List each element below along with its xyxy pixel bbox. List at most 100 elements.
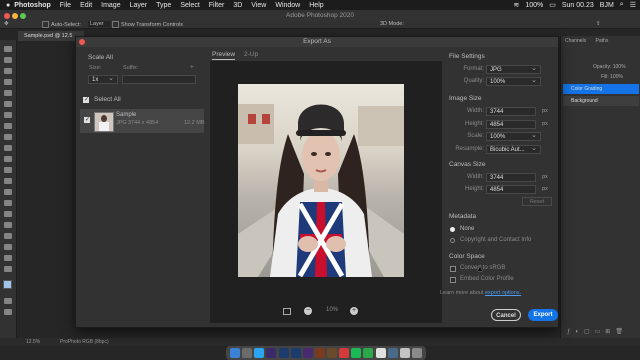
share-icon[interactable]: ⇪ xyxy=(596,21,601,27)
menu-window[interactable]: Window xyxy=(275,2,300,9)
dialog-close-button[interactable] xyxy=(79,39,85,45)
notes-icon[interactable] xyxy=(375,348,386,358)
asset-row[interactable]: Sample JPG 3744 x 4854 12.2 MB xyxy=(80,109,204,133)
lightroom-icon[interactable] xyxy=(290,348,301,358)
export-button[interactable]: Export xyxy=(528,309,558,321)
embed-profile-checkbox[interactable] xyxy=(450,277,456,283)
fill-control[interactable]: Fill: 100% xyxy=(601,74,623,80)
safari-icon[interactable] xyxy=(254,348,265,358)
zoom-tool-icon[interactable] xyxy=(4,266,12,272)
pen-tool-icon[interactable] xyxy=(4,211,12,217)
scale-percent-select[interactable]: 100% xyxy=(486,132,541,141)
zoom-out-icon[interactable]: − xyxy=(304,307,312,315)
menu-file[interactable]: File xyxy=(60,2,71,9)
trash-icon[interactable] xyxy=(411,348,422,358)
after-effects-icon[interactable] xyxy=(302,348,313,358)
menu-help[interactable]: Help xyxy=(309,2,323,9)
embed-profile-label[interactable]: Embed Color Profile xyxy=(460,276,514,282)
tab-preview[interactable]: Preview xyxy=(212,51,236,60)
frame-tool-icon[interactable] xyxy=(4,101,12,107)
add-scale-button[interactable]: + xyxy=(190,64,194,71)
tab-2-up[interactable]: 2-Up xyxy=(244,51,258,58)
settings-icon[interactable] xyxy=(387,348,398,358)
auto-select-checkbox[interactable]: Auto-Select: xyxy=(42,21,81,28)
canvas-height-input[interactable]: 4854 xyxy=(486,185,536,194)
path-select-tool-icon[interactable] xyxy=(4,233,12,239)
photoshop-icon[interactable] xyxy=(278,348,289,358)
metadata-copyright-radio[interactable] xyxy=(450,238,455,243)
metadata-none-label[interactable]: None xyxy=(460,226,474,232)
menu-layer[interactable]: Layer xyxy=(130,2,148,9)
type-tool-icon[interactable] xyxy=(4,222,12,228)
screen-mode-icon[interactable] xyxy=(4,309,12,315)
metadata-none-radio[interactable] xyxy=(450,227,455,232)
layer-actions[interactable]: ƒ◐▢▭⊞🗑 xyxy=(567,328,637,335)
launchpad-icon[interactable] xyxy=(242,348,253,358)
menu-edit[interactable]: Edit xyxy=(80,2,92,9)
spotify-icon[interactable] xyxy=(351,348,362,358)
menu-list-icon[interactable]: ☰ xyxy=(630,1,636,9)
battery-percent[interactable]: 100% xyxy=(525,2,543,9)
reset-button[interactable]: Reset xyxy=(522,197,552,206)
crop-tool-icon[interactable] xyxy=(4,90,12,96)
resample-select[interactable]: Bicubic Aut... xyxy=(486,145,541,154)
zoom-in-icon[interactable]: + xyxy=(350,307,358,315)
clock[interactable]: Sun 00.23 xyxy=(562,2,594,9)
foreground-color-swatch[interactable] xyxy=(3,280,12,289)
select-all-checkbox[interactable] xyxy=(83,96,89,103)
eyedropper-tool-icon[interactable] xyxy=(4,112,12,118)
layer-color-grading[interactable]: Color Grading xyxy=(563,84,639,94)
wifi-icon[interactable]: ≋ xyxy=(513,1,519,9)
gradient-tool-icon[interactable] xyxy=(4,178,12,184)
image-width-input[interactable]: 3744 xyxy=(486,107,536,116)
blur-tool-icon[interactable] xyxy=(4,189,12,195)
user-name[interactable]: BJM xyxy=(600,2,614,9)
fit-to-screen-icon[interactable] xyxy=(283,308,291,315)
stamp-tool-icon[interactable] xyxy=(4,145,12,151)
image-height-input[interactable]: 4854 xyxy=(486,120,536,129)
auto-select-dropdown[interactable]: Layer xyxy=(88,21,110,27)
quick-select-tool-icon[interactable] xyxy=(4,79,12,85)
dodge-tool-icon[interactable] xyxy=(4,200,12,206)
premiere-icon[interactable] xyxy=(266,348,277,358)
move-tool-icon[interactable]: ✥ xyxy=(4,21,9,27)
menu-filter[interactable]: Filter xyxy=(209,2,225,9)
shape-tool-icon[interactable] xyxy=(4,244,12,250)
layer-background[interactable]: Background xyxy=(563,96,639,106)
format-select[interactable]: JPG xyxy=(486,65,541,74)
finder-icon[interactable] xyxy=(230,348,241,358)
tab-channels[interactable]: Channels xyxy=(565,38,586,44)
convert-srgb-checkbox[interactable] xyxy=(450,266,456,272)
cancel-button[interactable]: Cancel xyxy=(491,309,521,321)
opacity-control[interactable]: Opacity: 100% xyxy=(593,64,626,70)
hand-tool-icon[interactable] xyxy=(4,255,12,261)
transform-controls-checkbox[interactable]: Show Transform Controls xyxy=(112,21,183,28)
export-options-link[interactable]: export options. xyxy=(485,290,521,296)
illustrator-icon[interactable] xyxy=(314,348,325,358)
marquee-tool-icon[interactable] xyxy=(4,57,12,63)
apple-icon[interactable]: ● xyxy=(6,2,10,9)
scale-select[interactable]: 1x xyxy=(88,75,118,84)
folder-icon[interactable] xyxy=(399,348,410,358)
brush-tool-icon[interactable] xyxy=(4,134,12,140)
canvas-width-input[interactable]: 3744 xyxy=(486,173,536,182)
menu-photoshop[interactable]: Photoshop xyxy=(14,2,51,9)
asset-checkbox[interactable] xyxy=(84,116,90,123)
move-tool-icon[interactable] xyxy=(4,46,12,52)
zoom-level[interactable]: 12.5% xyxy=(26,339,40,345)
select-all-label[interactable]: Select All xyxy=(94,96,121,103)
healing-tool-icon[interactable] xyxy=(4,123,12,129)
menu-image[interactable]: Image xyxy=(101,2,120,9)
audition-icon[interactable] xyxy=(327,348,338,358)
quality-select[interactable]: 100% xyxy=(486,77,541,86)
messages-icon[interactable] xyxy=(363,348,374,358)
creative-cloud-icon[interactable] xyxy=(339,348,350,358)
suffix-input[interactable] xyxy=(122,75,196,84)
quick-mask-icon[interactable] xyxy=(4,298,12,304)
history-brush-tool-icon[interactable] xyxy=(4,156,12,162)
metadata-copyright-label[interactable]: Copyright and Contact Info xyxy=(460,237,531,243)
tab-paths[interactable]: Paths xyxy=(596,38,609,44)
eraser-tool-icon[interactable] xyxy=(4,167,12,173)
lasso-tool-icon[interactable] xyxy=(4,68,12,74)
menu-type[interactable]: Type xyxy=(156,2,171,9)
